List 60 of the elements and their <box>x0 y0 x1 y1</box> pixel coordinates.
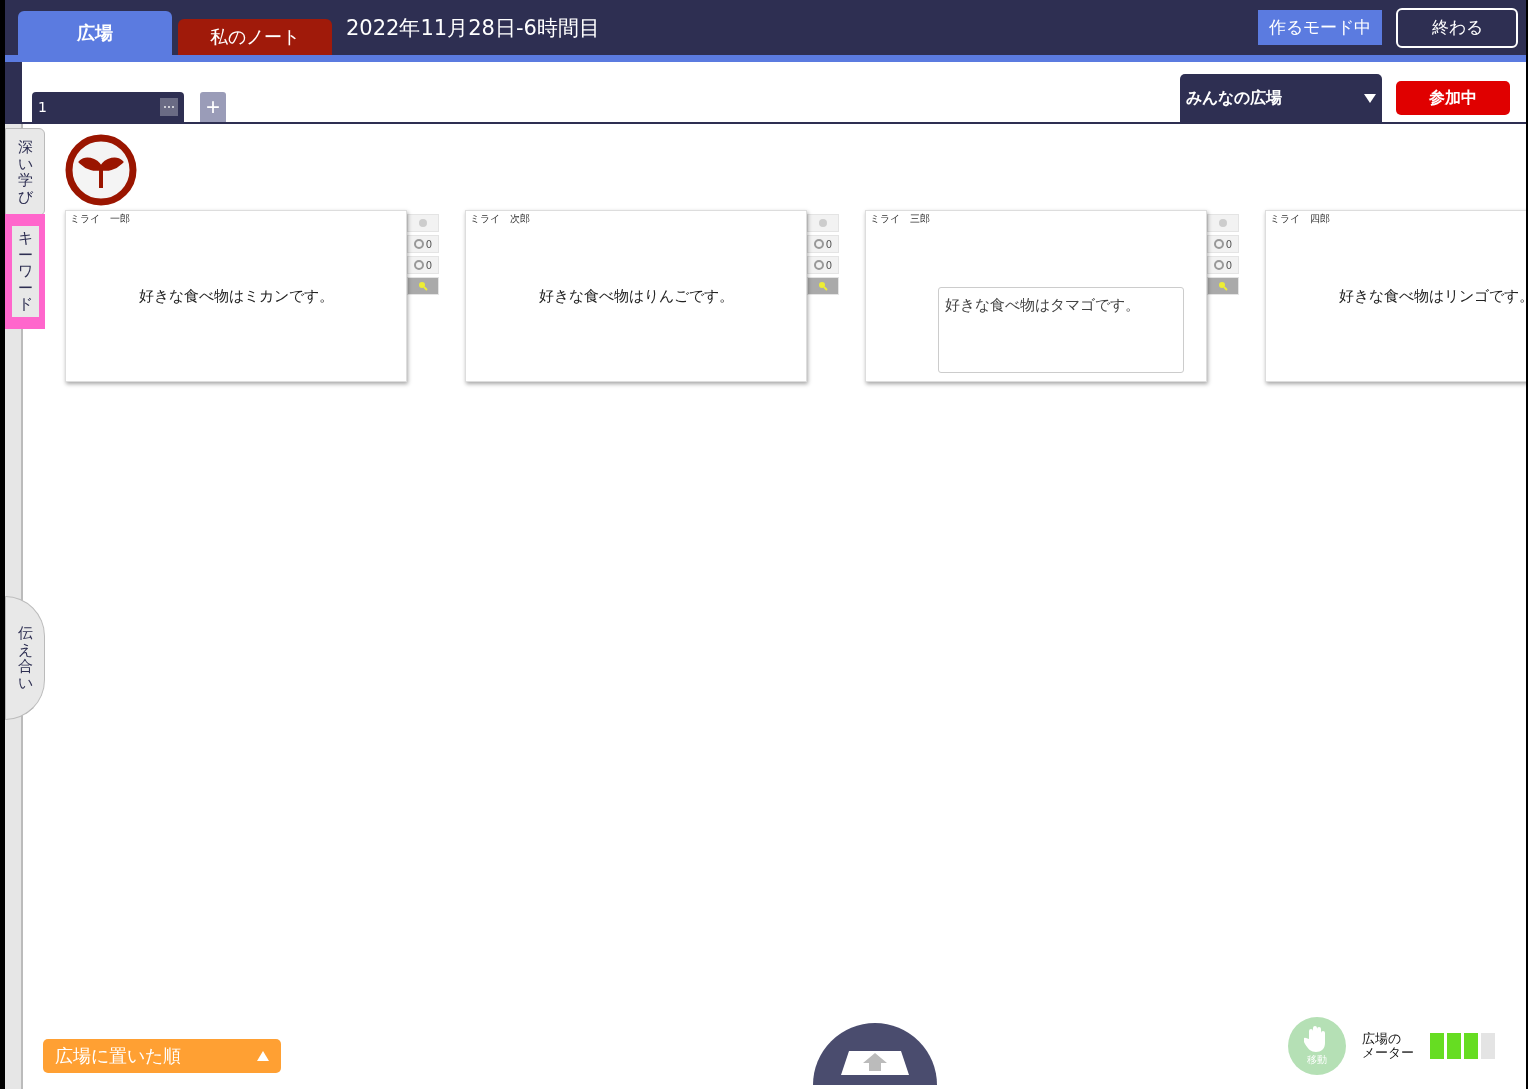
mode-badge: 作るモード中 <box>1258 10 1382 45</box>
caret-icon <box>257 1051 269 1061</box>
ring-icon <box>813 239 824 249</box>
magnifier-icon <box>818 281 828 291</box>
ring-icon <box>1213 239 1224 249</box>
header-tab[interactable]: 広場 <box>18 11 172 55</box>
reaction-count: 0 <box>425 238 433 250</box>
page-number: 1 <box>38 99 47 115</box>
ring-icon <box>1213 260 1224 270</box>
card-text: 好きな食べ物はリンゴです。 <box>1338 286 1526 306</box>
flower-icon <box>418 218 428 228</box>
author-name: ミライ 四郎 <box>1270 212 1330 226</box>
key-button[interactable] <box>807 277 839 295</box>
clap-button[interactable]: 0 <box>407 235 439 253</box>
magnifier-icon <box>418 281 428 291</box>
flower-icon <box>1218 218 1228 228</box>
flower-icon <box>818 218 828 228</box>
pin-button[interactable]: 0 <box>807 256 839 274</box>
caret-icon <box>1364 93 1376 103</box>
author-name: ミライ 三郎 <box>870 212 930 226</box>
side-tab[interactable]: 深い学び <box>5 128 45 216</box>
space-dropdown[interactable]: みんなの広場 <box>1180 74 1382 122</box>
card-text: 好きな食べ物はミカンです。 <box>138 286 334 306</box>
pin-button[interactable]: 0 <box>1207 256 1239 274</box>
note-card[interactable]: ミライ 三郎 好きな食べ物はタマゴです。 <box>865 210 1207 382</box>
header-tab[interactable]: 私のノート <box>178 19 332 55</box>
card-text: 好きな食べ物はりんごです。 <box>538 286 734 306</box>
clap-button[interactable]: 0 <box>1207 235 1239 253</box>
reaction-button[interactable] <box>407 214 439 232</box>
meter-label: 広場の メーター <box>1362 1032 1414 1060</box>
upload-tray-icon[interactable] <box>812 1023 937 1085</box>
key-button[interactable] <box>1207 277 1239 295</box>
session-title: 2022年11月28日-6時間目 <box>346 14 601 42</box>
pin-button[interactable]: 0 <box>407 256 439 274</box>
ring-icon <box>813 260 824 270</box>
page-menu-button[interactable]: ⋯ <box>160 98 178 116</box>
end-button[interactable]: 終わる <box>1396 7 1518 48</box>
side-tab[interactable]: キーワード <box>5 214 45 329</box>
note-card[interactable]: ミライ 次郎 好きな食べ物はりんごです。 <box>465 210 807 382</box>
author-name: ミライ 一郎 <box>70 212 130 226</box>
note-card[interactable]: ミライ 一郎 好きな食べ物はミカンです。 <box>65 210 407 382</box>
magnifier-icon <box>1218 281 1228 291</box>
reaction-count: 0 <box>825 259 833 271</box>
page-tab[interactable]: 1 ⋯ <box>32 92 184 122</box>
reaction-count: 0 <box>1225 238 1233 250</box>
reaction-count: 0 <box>1225 259 1233 271</box>
author-name: ミライ 次郎 <box>470 212 530 226</box>
reaction-button[interactable] <box>807 214 839 232</box>
ring-icon <box>413 239 424 249</box>
note-card[interactable]: ミライ 四郎 好きな食べ物はリンゴです。 <box>1265 210 1526 382</box>
key-button[interactable] <box>407 277 439 295</box>
side-tab[interactable]: 伝え合い <box>5 596 45 720</box>
reaction-button[interactable] <box>1207 214 1239 232</box>
clap-button[interactable]: 0 <box>807 235 839 253</box>
card-text-box: 好きな食べ物はタマゴです。 <box>938 287 1184 373</box>
reaction-count: 0 <box>425 259 433 271</box>
ring-icon <box>413 260 424 270</box>
reaction-count: 0 <box>825 238 833 250</box>
join-button[interactable]: 参加中 <box>1396 81 1510 115</box>
sprout-icon <box>65 134 137 206</box>
